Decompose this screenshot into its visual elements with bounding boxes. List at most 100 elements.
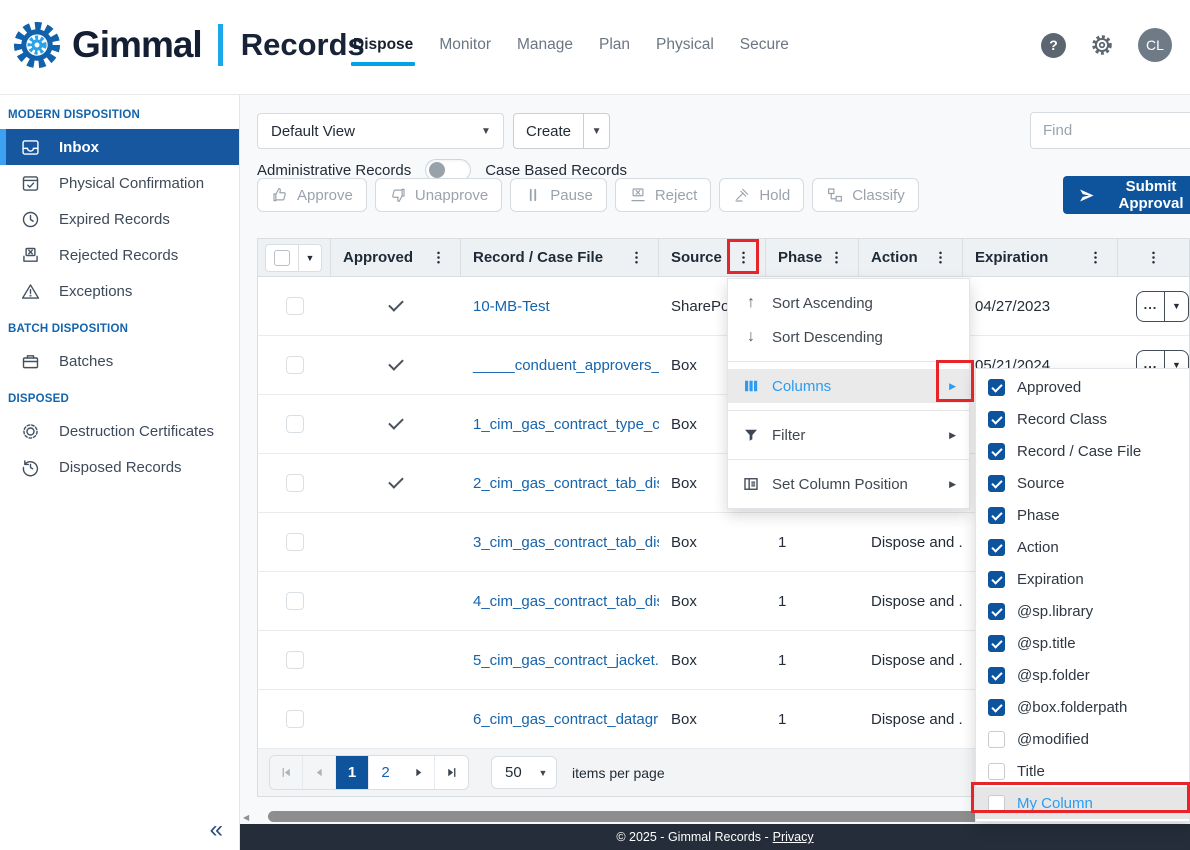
column-toggle-box-folderpath[interactable]: @box.folderpath bbox=[976, 691, 1189, 723]
unapprove-button[interactable]: Unapprove bbox=[375, 178, 502, 212]
column-toggle-title[interactable]: Title bbox=[976, 755, 1189, 787]
nav-manage[interactable]: Manage bbox=[517, 36, 573, 66]
select-all-dropdown[interactable]: ▼ bbox=[298, 245, 321, 271]
select-all-checkbox[interactable] bbox=[266, 245, 298, 271]
create-button[interactable]: Create ▼ bbox=[513, 113, 610, 149]
column-menu-dots-icon[interactable] bbox=[629, 250, 644, 265]
checked-checkbox-icon[interactable] bbox=[988, 443, 1005, 460]
record-link[interactable]: _____conduent_approvers_... bbox=[473, 357, 659, 374]
row-checkbox[interactable] bbox=[286, 356, 304, 374]
column-toggle-sp-title[interactable]: @sp.title bbox=[976, 627, 1189, 659]
column-toggle-expiration[interactable]: Expiration bbox=[976, 563, 1189, 595]
previous-page-button[interactable] bbox=[303, 756, 336, 789]
page-size-select[interactable]: 50 ▼ bbox=[491, 756, 557, 789]
checked-checkbox-icon[interactable] bbox=[988, 411, 1005, 428]
row-checkbox[interactable] bbox=[286, 651, 304, 669]
row-checkbox[interactable] bbox=[286, 297, 304, 315]
record-link[interactable]: 3_cim_gas_contract_tab_dis... bbox=[473, 534, 659, 551]
row-checkbox[interactable] bbox=[286, 474, 304, 492]
column-menu-dots-icon[interactable] bbox=[829, 250, 844, 265]
column-menu-dots-icon[interactable] bbox=[431, 250, 446, 265]
sidebar-item-physical-confirmation[interactable]: Physical Confirmation bbox=[0, 165, 239, 201]
sidebar-item-expired-records[interactable]: Expired Records bbox=[0, 201, 239, 237]
column-menu-dots-icon[interactable] bbox=[933, 250, 948, 265]
submit-approval-button[interactable]: Submit Approval bbox=[1063, 176, 1190, 214]
record-link[interactable]: 4_cim_gas_contract_tab_dis... bbox=[473, 593, 659, 610]
menu-item-sort-ascending[interactable]: ↑Sort Ascending bbox=[728, 286, 969, 320]
column-toggle-source[interactable]: Source bbox=[976, 467, 1189, 499]
column-menu-dots-icon[interactable] bbox=[736, 250, 751, 265]
unchecked-checkbox-icon[interactable] bbox=[988, 795, 1005, 812]
settings-gear-icon[interactable] bbox=[1089, 32, 1115, 58]
column-toggle-sp-library[interactable]: @sp.library bbox=[976, 595, 1189, 627]
column-toggle-approved[interactable]: Approved bbox=[976, 371, 1189, 403]
sidebar-collapse-button[interactable]: « bbox=[210, 816, 223, 844]
column-toggle-sp-folder[interactable]: @sp.folder bbox=[976, 659, 1189, 691]
unchecked-checkbox-icon[interactable] bbox=[988, 763, 1005, 780]
checked-checkbox-icon[interactable] bbox=[988, 667, 1005, 684]
chevron-down-icon[interactable]: ▼ bbox=[1164, 292, 1188, 321]
first-page-button[interactable] bbox=[270, 756, 303, 789]
record-link[interactable]: 5_cim_gas_contract_jacket.dql bbox=[473, 652, 659, 669]
row-checkbox[interactable] bbox=[286, 592, 304, 610]
next-page-button[interactable] bbox=[402, 756, 435, 789]
user-avatar[interactable]: CL bbox=[1138, 28, 1172, 62]
privacy-link[interactable]: Privacy bbox=[773, 830, 814, 844]
nav-monitor[interactable]: Monitor bbox=[439, 36, 491, 66]
sidebar-item-rejected-records[interactable]: Rejected Records bbox=[0, 237, 239, 273]
nav-plan[interactable]: Plan bbox=[599, 36, 630, 66]
column-toggle-record-class[interactable]: Record Class bbox=[976, 403, 1189, 435]
sidebar-item-batches[interactable]: Batches bbox=[0, 343, 239, 379]
sidebar-item-inbox[interactable]: Inbox bbox=[0, 129, 239, 165]
column-menu-dots-icon[interactable] bbox=[1146, 250, 1161, 265]
record-link[interactable]: 2_cim_gas_contract_tab_dis... bbox=[473, 475, 659, 492]
row-actions-button[interactable]: ...▼ bbox=[1136, 291, 1189, 322]
reject-button[interactable]: Reject bbox=[615, 178, 712, 212]
unchecked-checkbox-icon[interactable] bbox=[988, 731, 1005, 748]
menu-item-filter[interactable]: Filter▶ bbox=[728, 418, 969, 452]
help-icon[interactable]: ? bbox=[1041, 33, 1066, 58]
checked-checkbox-icon[interactable] bbox=[988, 571, 1005, 588]
checked-checkbox-icon[interactable] bbox=[988, 475, 1005, 492]
column-toggle-my-column[interactable]: My Column bbox=[976, 787, 1189, 819]
column-header-approved[interactable]: Approved bbox=[331, 239, 461, 276]
pause-button[interactable]: Pause bbox=[510, 178, 607, 212]
checked-checkbox-icon[interactable] bbox=[988, 539, 1005, 556]
column-toggle-action[interactable]: Action bbox=[976, 531, 1189, 563]
sidebar-item-disposed-records[interactable]: Disposed Records bbox=[0, 449, 239, 485]
row-checkbox[interactable] bbox=[286, 533, 304, 551]
menu-item-set-column-position[interactable]: Set Column Position▶ bbox=[728, 467, 969, 501]
record-link[interactable]: 10-MB-Test bbox=[473, 298, 550, 315]
checked-checkbox-icon[interactable] bbox=[988, 635, 1005, 652]
checked-checkbox-icon[interactable] bbox=[988, 603, 1005, 620]
column-header-phase[interactable]: Phase bbox=[766, 239, 859, 276]
checked-checkbox-icon[interactable] bbox=[988, 507, 1005, 524]
view-select[interactable]: Default View ▼ bbox=[257, 113, 504, 149]
page-button-2[interactable]: 2 bbox=[369, 756, 402, 789]
find-input[interactable] bbox=[1030, 112, 1190, 149]
sidebar-item-destruction-certificates[interactable]: Destruction Certificates bbox=[0, 413, 239, 449]
checked-checkbox-icon[interactable] bbox=[988, 699, 1005, 716]
classify-button[interactable]: Classify bbox=[812, 178, 919, 212]
nav-physical[interactable]: Physical bbox=[656, 36, 714, 66]
checked-checkbox-icon[interactable] bbox=[988, 379, 1005, 396]
nav-dispose[interactable]: Dispose bbox=[353, 36, 413, 66]
sidebar-item-exceptions[interactable]: Exceptions bbox=[0, 273, 239, 309]
column-toggle-phase[interactable]: Phase bbox=[976, 499, 1189, 531]
column-header-action[interactable]: Action bbox=[859, 239, 963, 276]
record-link[interactable]: 1_cim_gas_contract_type_cr... bbox=[473, 416, 659, 433]
column-toggle-record-case-file[interactable]: Record / Case File bbox=[976, 435, 1189, 467]
row-checkbox[interactable] bbox=[286, 415, 304, 433]
record-link[interactable]: 6_cim_gas_contract_datagri... bbox=[473, 711, 659, 728]
row-checkbox[interactable] bbox=[286, 710, 304, 728]
approve-button[interactable]: Approve bbox=[257, 178, 367, 212]
page-button-1[interactable]: 1 bbox=[336, 756, 369, 789]
menu-item-columns[interactable]: Columns▶ bbox=[728, 369, 969, 403]
chevron-down-icon[interactable]: ▼ bbox=[583, 114, 609, 148]
column-header-record[interactable]: Record / Case File bbox=[461, 239, 659, 276]
hold-button[interactable]: Hold bbox=[719, 178, 804, 212]
menu-item-sort-descending[interactable]: ↓Sort Descending bbox=[728, 320, 969, 354]
column-header-row-actions[interactable] bbox=[1118, 239, 1189, 276]
last-page-button[interactable] bbox=[435, 756, 468, 789]
column-header-source[interactable]: Source bbox=[659, 239, 766, 276]
